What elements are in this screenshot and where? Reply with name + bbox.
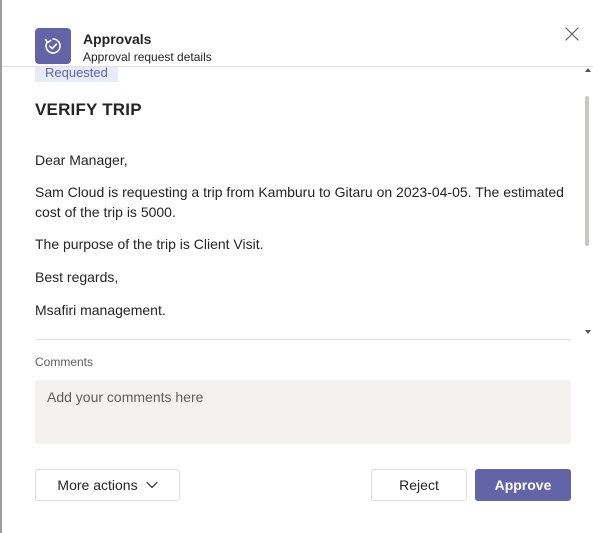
signature-text: Msafiri management. [35, 302, 166, 318]
chevron-down-icon [145, 476, 158, 492]
close-icon[interactable] [564, 26, 580, 42]
reject-button[interactable]: Reject [371, 469, 467, 501]
vertical-scrollbar[interactable] [582, 66, 592, 339]
section-divider [35, 339, 571, 340]
approvals-icon [35, 28, 71, 64]
approve-button[interactable]: Approve [475, 469, 571, 501]
scroll-thumb[interactable] [585, 96, 589, 246]
reject-label: Reject [399, 477, 439, 493]
dialog-header: Approvals Approval request details [2, 0, 593, 66]
request-title: VERIFY TRIP [35, 100, 142, 119]
request-details-scroll-area[interactable]: Requested VERIFY TRIP Dear Manager, Sam … [2, 66, 593, 340]
request-description: Sam Cloud is requesting a trip from Kamb… [35, 184, 564, 220]
scroll-down-icon[interactable] [585, 330, 591, 334]
more-actions-label: More actions [57, 477, 138, 493]
approval-details-dialog: Approvals Approval request details Reque… [2, 0, 593, 533]
approve-label: Approve [494, 477, 552, 493]
scroll-up-icon[interactable] [585, 68, 591, 72]
closing-text: Best regards, [35, 269, 119, 285]
greeting-text: Dear Manager, [35, 152, 128, 168]
more-actions-button[interactable]: More actions [35, 469, 180, 501]
comments-input[interactable] [35, 380, 571, 444]
status-badge: Requested [35, 67, 118, 82]
trip-purpose-text: The purpose of the trip is Client Visit. [35, 236, 264, 252]
comments-label: Comments [35, 355, 94, 369]
app-title: Approvals [83, 31, 152, 47]
app-subtitle: Approval request details [83, 50, 212, 64]
